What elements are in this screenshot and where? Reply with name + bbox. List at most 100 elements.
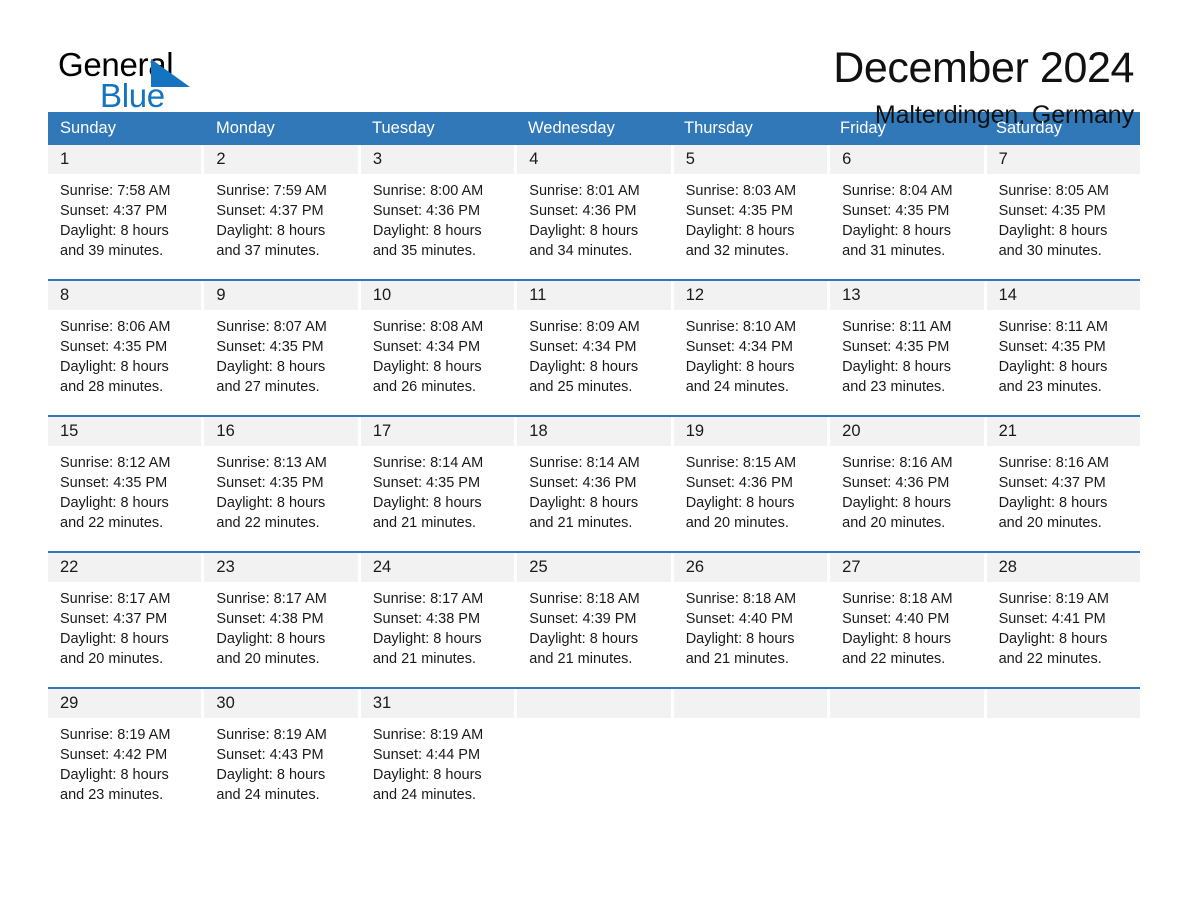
day-cell[interactable]: 7 Sunrise: 8:05 AM Sunset: 4:35 PM Dayli…	[986, 145, 1140, 273]
daylight-text-line1: Daylight: 8 hours	[529, 359, 639, 375]
sunrise-text: Sunrise: 8:19 AM	[998, 591, 1109, 607]
sunrise-text: Sunrise: 8:11 AM	[842, 319, 952, 335]
daylight-text-line1: Daylight: 8 hours	[60, 631, 169, 647]
daylight-text-line1: Daylight: 8 hours	[60, 359, 169, 375]
day-details: Sunrise: 8:11 AM Sunset: 4:35 PM Dayligh…	[987, 310, 1140, 397]
daylight-text-line1: Daylight: 8 hours	[685, 223, 795, 239]
day-cell[interactable]: 3 Sunrise: 8:00 AM Sunset: 4:36 PM Dayli…	[360, 145, 515, 273]
day-number: 30	[204, 689, 358, 718]
week-row: 15 Sunrise: 8:12 AM Sunset: 4:35 PM Dayl…	[48, 415, 1140, 545]
day-cell[interactable]: 1 Sunrise: 7:58 AM Sunset: 4:37 PM Dayli…	[48, 145, 202, 273]
sunrise-text: Sunrise: 8:07 AM	[216, 319, 327, 335]
day-details: Sunrise: 8:13 AM Sunset: 4:35 PM Dayligh…	[204, 446, 357, 533]
day-number: 23	[204, 553, 358, 582]
sunrise-text: Sunrise: 8:17 AM	[60, 591, 171, 607]
weekday-header-thursday: Thursday	[684, 119, 753, 137]
day-cell[interactable]: 10 Sunrise: 8:08 AM Sunset: 4:34 PM Dayl…	[360, 281, 515, 409]
day-cell[interactable]: 18 Sunrise: 8:14 AM Sunset: 4:36 PM Dayl…	[517, 417, 671, 545]
daylight-text-line2: and 24 minutes.	[216, 787, 320, 803]
sunset-text: Sunset: 4:35 PM	[998, 203, 1106, 219]
day-cell[interactable]: 22 Sunrise: 8:17 AM Sunset: 4:37 PM Dayl…	[48, 553, 202, 681]
daylight-text-line2: and 24 minutes.	[372, 787, 477, 803]
day-cell[interactable]: 25 Sunrise: 8:18 AM Sunset: 4:39 PM Dayl…	[517, 553, 671, 681]
day-number	[673, 689, 828, 718]
sunset-text: Sunset: 4:42 PM	[60, 747, 168, 763]
day-number: 12	[673, 281, 828, 310]
day-number: 8	[48, 281, 202, 310]
daylight-text-line2: and 23 minutes.	[60, 787, 164, 803]
day-cell[interactable]: 27 Sunrise: 8:18 AM Sunset: 4:40 PM Dayl…	[830, 553, 984, 681]
day-cell[interactable]: 21 Sunrise: 8:16 AM Sunset: 4:37 PM Dayl…	[986, 417, 1140, 545]
sunrise-text: Sunrise: 8:13 AM	[216, 455, 327, 471]
day-number: 15	[48, 417, 202, 446]
daylight-text-line2: and 20 minutes.	[216, 651, 320, 667]
day-details: Sunrise: 8:18 AM Sunset: 4:40 PM Dayligh…	[674, 582, 827, 669]
general-blue-logo[interactable]: General Blue	[48, 46, 238, 120]
daylight-text-line1: Daylight: 8 hours	[60, 767, 169, 783]
daylight-text-line2: and 27 minutes.	[216, 379, 320, 395]
day-cell[interactable]: 4 Sunrise: 8:01 AM Sunset: 4:36 PM Dayli…	[517, 145, 671, 273]
day-cell[interactable]: 15 Sunrise: 8:12 AM Sunset: 4:35 PM Dayl…	[48, 417, 202, 545]
daylight-text-line2: and 31 minutes.	[842, 243, 946, 259]
week-row: 1 Sunrise: 7:58 AM Sunset: 4:37 PM Dayli…	[48, 145, 1140, 273]
day-number: 19	[673, 417, 828, 446]
day-cell[interactable]: 12 Sunrise: 8:10 AM Sunset: 4:34 PM Dayl…	[673, 281, 828, 409]
page-title: December 2024	[833, 44, 1134, 92]
day-number: 6	[830, 145, 984, 174]
day-cell[interactable]: 28 Sunrise: 8:19 AM Sunset: 4:41 PM Dayl…	[986, 553, 1140, 681]
day-details: Sunrise: 8:18 AM Sunset: 4:39 PM Dayligh…	[517, 582, 670, 669]
sunset-text: Sunset: 4:35 PM	[60, 475, 168, 491]
daylight-text-line2: and 32 minutes.	[685, 243, 789, 259]
sunset-text: Sunset: 4:41 PM	[998, 611, 1106, 627]
sunset-text: Sunset: 4:38 PM	[372, 611, 481, 627]
day-cell[interactable]: 2 Sunrise: 7:59 AM Sunset: 4:37 PM Dayli…	[204, 145, 358, 273]
day-cell[interactable]: 30 Sunrise: 8:19 AM Sunset: 4:43 PM Dayl…	[204, 689, 358, 817]
sunrise-text: Sunrise: 8:19 AM	[372, 727, 484, 743]
day-cell[interactable]: 5 Sunrise: 8:03 AM Sunset: 4:35 PM Dayli…	[673, 145, 828, 273]
day-cell[interactable]: 24 Sunrise: 8:17 AM Sunset: 4:38 PM Dayl…	[360, 553, 515, 681]
day-details: Sunrise: 7:58 AM Sunset: 4:37 PM Dayligh…	[48, 174, 201, 261]
day-cell[interactable]: 13 Sunrise: 8:11 AM Sunset: 4:35 PM Dayl…	[830, 281, 984, 409]
day-cell[interactable]: 20 Sunrise: 8:16 AM Sunset: 4:36 PM Dayl…	[830, 417, 984, 545]
day-details: Sunrise: 8:16 AM Sunset: 4:37 PM Dayligh…	[987, 446, 1140, 533]
day-cell[interactable]: 29 Sunrise: 8:19 AM Sunset: 4:42 PM Dayl…	[48, 689, 202, 817]
day-number: 25	[517, 553, 671, 582]
day-number: 22	[48, 553, 202, 582]
day-details: Sunrise: 8:16 AM Sunset: 4:36 PM Dayligh…	[830, 446, 983, 533]
sunrise-text: Sunrise: 8:03 AM	[685, 183, 797, 199]
sunset-text: Sunset: 4:36 PM	[529, 203, 637, 219]
daylight-text-line1: Daylight: 8 hours	[529, 495, 639, 511]
day-number: 7	[986, 145, 1140, 174]
sunrise-text: Sunrise: 8:08 AM	[372, 319, 484, 335]
sunrise-text: Sunrise: 8:14 AM	[529, 455, 640, 471]
daylight-text-line1: Daylight: 8 hours	[216, 359, 326, 375]
day-cell[interactable]: 19 Sunrise: 8:15 AM Sunset: 4:36 PM Dayl…	[673, 417, 828, 545]
weekday-header-tuesday: Tuesday	[372, 119, 435, 137]
daylight-text-line2: and 28 minutes.	[60, 379, 164, 395]
sunset-text: Sunset: 4:36 PM	[842, 475, 950, 491]
day-cell[interactable]: 23 Sunrise: 8:17 AM Sunset: 4:38 PM Dayl…	[204, 553, 358, 681]
day-cell[interactable]: 6 Sunrise: 8:04 AM Sunset: 4:35 PM Dayli…	[830, 145, 984, 273]
day-cell[interactable]: 14 Sunrise: 8:11 AM Sunset: 4:35 PM Dayl…	[986, 281, 1140, 409]
daylight-text-line2: and 21 minutes.	[529, 515, 633, 531]
daylight-text-line1: Daylight: 8 hours	[998, 631, 1108, 647]
sunrise-text: Sunrise: 8:00 AM	[372, 183, 484, 199]
day-cell[interactable]: 26 Sunrise: 8:18 AM Sunset: 4:40 PM Dayl…	[673, 553, 828, 681]
day-details: Sunrise: 8:07 AM Sunset: 4:35 PM Dayligh…	[204, 310, 357, 397]
day-number: 29	[48, 689, 202, 718]
sunset-text: Sunset: 4:35 PM	[842, 203, 950, 219]
day-cell[interactable]: 11 Sunrise: 8:09 AM Sunset: 4:34 PM Dayl…	[517, 281, 671, 409]
day-cell[interactable]: 8 Sunrise: 8:06 AM Sunset: 4:35 PM Dayli…	[48, 281, 202, 409]
day-details: Sunrise: 8:03 AM Sunset: 4:35 PM Dayligh…	[674, 174, 827, 261]
day-cell[interactable]: 16 Sunrise: 8:13 AM Sunset: 4:35 PM Dayl…	[204, 417, 358, 545]
sunrise-text: Sunrise: 8:09 AM	[529, 319, 640, 335]
day-number: 26	[673, 553, 828, 582]
day-cell[interactable]: 31 Sunrise: 8:19 AM Sunset: 4:44 PM Dayl…	[360, 689, 515, 817]
sunset-text: Sunset: 4:34 PM	[372, 339, 481, 355]
sunset-text: Sunset: 4:40 PM	[685, 611, 793, 627]
day-cell-empty	[517, 689, 671, 817]
day-cell[interactable]: 17 Sunrise: 8:14 AM Sunset: 4:35 PM Dayl…	[360, 417, 515, 545]
day-details: Sunrise: 8:17 AM Sunset: 4:37 PM Dayligh…	[48, 582, 201, 669]
day-cell[interactable]: 9 Sunrise: 8:07 AM Sunset: 4:35 PM Dayli…	[204, 281, 358, 409]
sunset-text: Sunset: 4:39 PM	[529, 611, 637, 627]
